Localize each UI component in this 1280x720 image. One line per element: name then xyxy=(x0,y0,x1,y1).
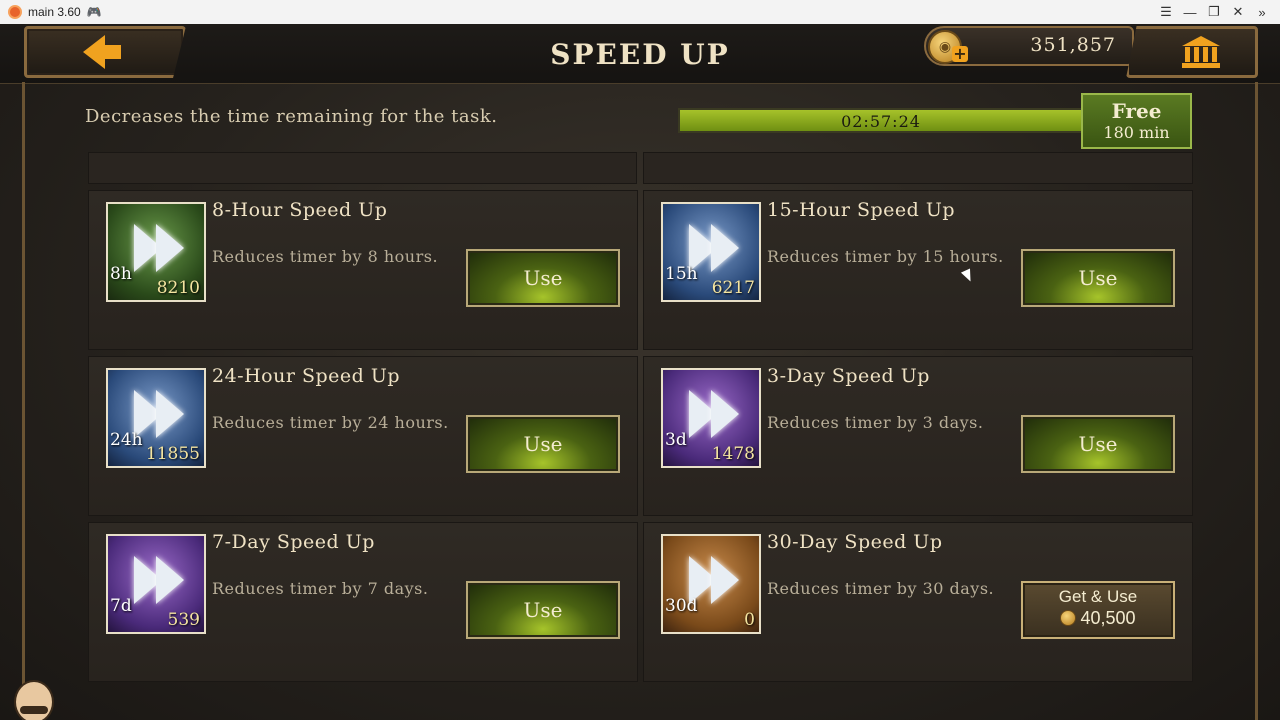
expand-icon[interactable]: » xyxy=(1250,0,1274,24)
menu-icon[interactable]: ☰ xyxy=(1154,0,1178,24)
item-count: 8210 xyxy=(156,278,200,298)
timer-remaining: 02:57:24 xyxy=(841,112,921,131)
price-value: 40,500 xyxy=(1080,608,1136,628)
item-count: 539 xyxy=(167,610,200,630)
item-description: Reduces timer by 8 hours. xyxy=(212,247,439,266)
close-icon[interactable]: ✕ xyxy=(1226,0,1250,24)
game-viewport: SPEED UP ◉ + 351,857 Decreases the time … xyxy=(0,24,1280,720)
back-button[interactable] xyxy=(24,26,186,78)
use-button[interactable]: Use xyxy=(466,249,620,307)
page-title: SPEED UP xyxy=(550,38,730,71)
item-duration: 3d xyxy=(665,430,687,450)
item-count: 6217 xyxy=(711,278,755,298)
emulator-titlebar: main 3.60 🎮 ☰ — ❐ ✕ » xyxy=(0,0,1280,24)
use-button[interactable]: Use xyxy=(1021,249,1175,307)
item-duration: 24h xyxy=(110,430,143,450)
speedup-card-15h: 15h 6217 15-Hour Speed Up Reduces timer … xyxy=(643,190,1193,350)
gamepad-icon[interactable]: 🎮 xyxy=(87,5,102,19)
window-controls: ☰ — ❐ ✕ » xyxy=(1154,0,1274,24)
item-duration: 7d xyxy=(110,596,132,616)
speedup-card-24h: 24h 11855 24-Hour Speed Up Reduces timer… xyxy=(88,356,638,516)
item-duration: 8h xyxy=(110,264,132,284)
advisor-avatar[interactable] xyxy=(6,674,60,720)
speedup-item-icon: 15h 6217 xyxy=(661,202,761,302)
item-description: Reduces timer by 3 days. xyxy=(767,413,984,432)
use-button[interactable]: Use xyxy=(466,415,620,473)
free-label: Free xyxy=(1111,99,1162,123)
speedup-card-3d: 3d 1478 3-Day Speed Up Reduces timer by … xyxy=(643,356,1193,516)
app-logo-icon xyxy=(8,5,22,19)
get-and-use-button[interactable]: Get & Use 40,500 xyxy=(1021,581,1175,639)
item-name: 15-Hour Speed Up xyxy=(767,199,956,221)
back-arrow-icon xyxy=(83,35,121,69)
speedup-item-icon: 7d 539 xyxy=(106,534,206,634)
speedup-card-7d: 7d 539 7-Day Speed Up Reduces timer by 7… xyxy=(88,522,638,682)
list-header-strip-left xyxy=(88,152,637,184)
item-description: Reduces timer by 15 hours. xyxy=(767,247,1004,266)
bank-icon xyxy=(1182,36,1220,68)
item-name: 3-Day Speed Up xyxy=(767,365,930,387)
item-name: 24-Hour Speed Up xyxy=(212,365,401,387)
item-description: Reduces timer by 7 days. xyxy=(212,579,429,598)
item-duration: 15h xyxy=(665,264,698,284)
add-gold-icon[interactable]: + xyxy=(952,46,968,62)
item-count: 0 xyxy=(744,610,755,630)
list-header-strip-right xyxy=(643,152,1193,184)
use-button[interactable]: Use xyxy=(466,581,620,639)
speedup-card-8h: 8h 8210 8-Hour Speed Up Reduces timer by… xyxy=(88,190,638,350)
free-speedup-button[interactable]: Free 180 min xyxy=(1081,93,1192,149)
item-count: 11855 xyxy=(145,444,200,464)
use-button[interactable]: Use xyxy=(1021,415,1175,473)
bank-button[interactable] xyxy=(1126,26,1258,78)
free-minutes: 180 min xyxy=(1103,123,1170,142)
item-name: 30-Day Speed Up xyxy=(767,531,943,553)
item-name: 7-Day Speed Up xyxy=(212,531,375,553)
item-description: Reduces timer by 30 days. xyxy=(767,579,995,598)
timer-progress-bar: 02:57:24 xyxy=(678,108,1084,133)
minimize-icon[interactable]: — xyxy=(1178,0,1202,24)
gold-coin-icon xyxy=(1060,610,1077,626)
item-count: 1478 xyxy=(711,444,755,464)
get-and-use-price: 40,500 xyxy=(1023,608,1173,629)
gold-amount: 351,857 xyxy=(1030,34,1116,56)
speedup-item-icon: 24h 11855 xyxy=(106,368,206,468)
speedup-item-icon: 8h 8210 xyxy=(106,202,206,302)
speedup-item-icon: 3d 1478 xyxy=(661,368,761,468)
speedup-card-30d: 30d 0 30-Day Speed Up Reduces timer by 3… xyxy=(643,522,1193,682)
restore-icon[interactable]: ❐ xyxy=(1202,0,1226,24)
item-name: 8-Hour Speed Up xyxy=(212,199,388,221)
item-duration: 30d xyxy=(665,596,698,616)
get-and-use-label: Get & Use xyxy=(1058,587,1138,606)
item-description: Reduces timer by 24 hours. xyxy=(212,413,449,432)
window-title: main 3.60 xyxy=(28,5,81,19)
gold-balance[interactable]: ◉ + 351,857 xyxy=(924,26,1134,66)
speedup-item-icon: 30d 0 xyxy=(661,534,761,634)
page-subtitle: Decreases the time remaining for the tas… xyxy=(85,106,498,127)
